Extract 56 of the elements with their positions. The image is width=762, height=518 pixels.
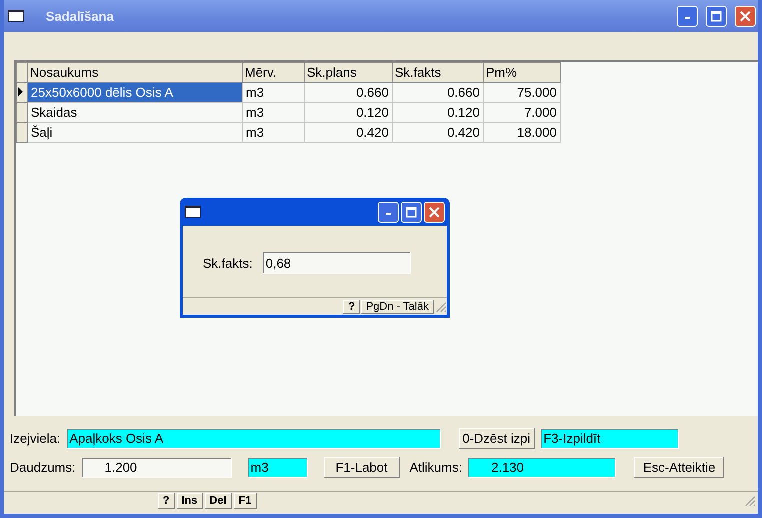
maximize-icon [711,10,722,22]
input-field[interactable]: 0,68 [262,252,411,274]
maximize-button[interactable] [706,6,727,26]
maximize-icon [406,206,417,218]
close-button[interactable] [735,6,756,26]
field-label: Sk.fakts: [203,256,253,270]
table-cell: Skaidas [28,102,242,122]
unit-field[interactable]: m3 [248,458,308,478]
resize-grip-icon[interactable] [744,495,756,507]
window-icon [185,206,201,218]
table-cell: 18.000 [484,122,560,142]
table-cell: 25x50x6000 dēlis Osis A [28,82,242,102]
run-field[interactable]: F3-Izpildīt [540,428,679,448]
shortcut-key[interactable]: ? [158,493,175,509]
shortcut-key[interactable]: PgDn - Talāk [361,300,434,314]
table-cell: 0.120 [392,102,484,122]
table-cell: Šaļi [28,122,242,142]
delete-button[interactable]: 0-Dzēst izpi [458,428,535,449]
column-header[interactable]: Sk.plans [304,62,392,82]
shortcut-key[interactable]: Del [204,493,232,509]
minimize-button[interactable] [677,6,698,26]
input-field[interactable]: Apaļkoks Osis A [66,428,441,448]
row-indicator[interactable] [16,82,28,102]
input-field[interactable]: 1.200 [82,458,232,478]
shortcut-key[interactable]: F1 [234,493,257,509]
table-cell: 0.660 [392,82,484,102]
maximize-button[interactable] [401,202,422,222]
close-icon [429,206,440,218]
table-cell: m3 [242,102,304,122]
shortcut-key[interactable]: ? [343,300,360,314]
table-cell: 75.000 [484,82,560,102]
column-header[interactable]: Mērv. [242,62,304,82]
window-icon [8,10,24,22]
field-label: Atlikums: [410,460,462,475]
edit-button[interactable]: F1-Labot [324,457,400,478]
close-button[interactable] [424,202,445,222]
table-cell: m3 [242,122,304,142]
table-cell: 0.660 [304,82,392,102]
field-label: Daudzums: [10,460,76,475]
column-header[interactable]: Nosaukums [28,62,242,82]
table-cell: m3 [242,82,304,102]
current-row-icon [17,87,23,97]
cancel-button[interactable]: Esc-Atteiktie [634,457,724,478]
field-label: Izejviela: [10,431,61,446]
minimize-button[interactable] [378,202,399,222]
table-cell: 0.420 [304,122,392,142]
resize-grip-icon[interactable] [435,300,447,312]
table-cell: 0.420 [392,122,484,142]
input-field[interactable]: 2.130 [468,458,616,478]
window-title: Sadalīšana [45,8,115,24]
table-cell: 0.120 [304,102,392,122]
column-header[interactable]: Sk.fakts [392,62,484,82]
column-header[interactable]: Pm% [484,62,560,82]
close-icon [740,10,751,22]
table-cell: 7.000 [484,102,560,122]
shortcut-key[interactable]: Ins [176,493,203,509]
